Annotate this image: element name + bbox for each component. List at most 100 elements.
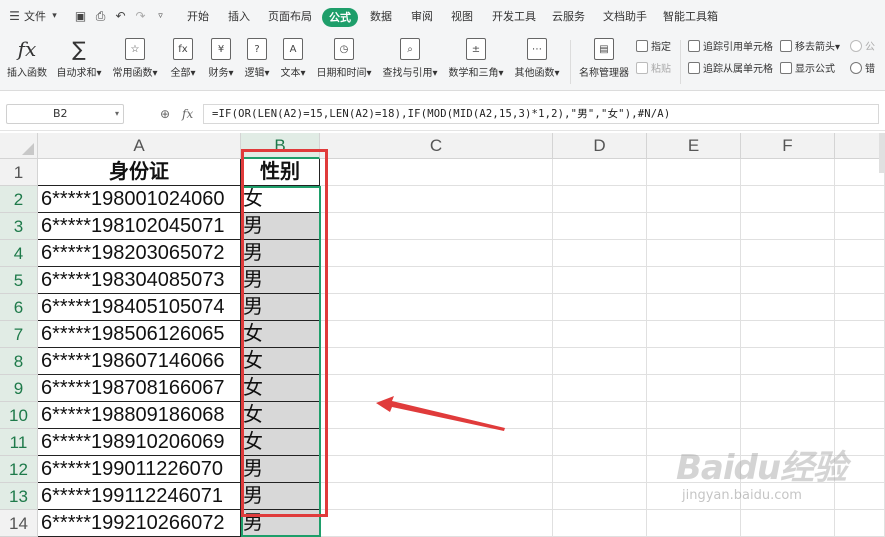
row-header[interactable]: 6 bbox=[0, 294, 38, 321]
zoom-search-icon[interactable]: ⊕ bbox=[160, 105, 170, 123]
empty-cell[interactable] bbox=[835, 375, 885, 402]
redo-icon[interactable]: ↷ bbox=[134, 10, 147, 23]
insert-function-button[interactable]: fx 插入函数 bbox=[4, 34, 50, 90]
cell-gender[interactable]: 女 bbox=[241, 402, 320, 429]
empty-cell[interactable] bbox=[647, 429, 741, 456]
row-header[interactable]: 9 bbox=[0, 375, 38, 402]
empty-cell[interactable] bbox=[647, 402, 741, 429]
empty-cell[interactable] bbox=[647, 375, 741, 402]
cell-gender[interactable]: 男 bbox=[241, 240, 320, 267]
empty-cell[interactable] bbox=[553, 186, 647, 213]
select-all-corner[interactable] bbox=[0, 133, 38, 159]
tab-developer[interactable]: 开发工具 bbox=[492, 0, 536, 34]
cell-b1-header[interactable]: 性别 bbox=[241, 159, 320, 186]
cell-id-number[interactable]: 6*****198405105074 bbox=[38, 294, 241, 321]
error-check-button[interactable]: 错 bbox=[850, 61, 875, 79]
cell-id-number[interactable]: 6*****198203065072 bbox=[38, 240, 241, 267]
empty-cell[interactable] bbox=[741, 321, 835, 348]
cell-gender[interactable]: 女 bbox=[241, 348, 320, 375]
empty-cell[interactable] bbox=[835, 186, 885, 213]
save-icon[interactable]: ▣ bbox=[74, 10, 87, 23]
empty-cell[interactable] bbox=[741, 375, 835, 402]
undo-icon[interactable]: ↶ bbox=[114, 10, 127, 23]
empty-cell[interactable] bbox=[553, 267, 647, 294]
datetime-functions-button[interactable]: ◷ 日期和时间▾ bbox=[314, 34, 374, 90]
name-manager-button[interactable]: ▤ 名称管理器 bbox=[576, 34, 632, 90]
empty-cell[interactable] bbox=[835, 510, 885, 537]
column-header-d[interactable]: D bbox=[553, 133, 647, 159]
cell-gender[interactable]: 男 bbox=[241, 510, 320, 537]
empty-cell[interactable] bbox=[741, 240, 835, 267]
empty-cell[interactable] bbox=[553, 402, 647, 429]
empty-cell[interactable] bbox=[553, 294, 647, 321]
cell-a1-header[interactable]: 身份证 bbox=[38, 159, 241, 186]
remove-arrows-button[interactable]: 移去箭头▾ bbox=[780, 39, 840, 57]
tab-data[interactable]: 数据 bbox=[370, 0, 392, 34]
row-header[interactable]: 2 bbox=[0, 186, 38, 213]
print-icon[interactable]: ⎙ bbox=[94, 10, 107, 23]
cell-id-number[interactable]: 6*****199011226070 bbox=[38, 456, 241, 483]
chevron-down-icon[interactable]: ▾ bbox=[48, 10, 61, 23]
cell-gender[interactable]: 男 bbox=[241, 456, 320, 483]
active-cell-gender[interactable]: 女 bbox=[241, 186, 320, 213]
empty-cell[interactable] bbox=[835, 402, 885, 429]
cell-gender[interactable]: 男 bbox=[241, 267, 320, 294]
column-header-c[interactable]: C bbox=[320, 133, 553, 159]
empty-cell[interactable] bbox=[835, 240, 885, 267]
empty-cell[interactable] bbox=[647, 456, 741, 483]
empty-cell[interactable] bbox=[647, 483, 741, 510]
tab-cloud[interactable]: 云服务 bbox=[552, 0, 585, 34]
cell-id-number[interactable]: 6*****198304085073 bbox=[38, 267, 241, 294]
logic-functions-button[interactable]: ? 逻辑▾ bbox=[240, 34, 274, 90]
empty-cell[interactable] bbox=[835, 267, 885, 294]
empty-cell[interactable] bbox=[741, 402, 835, 429]
empty-cell[interactable] bbox=[320, 213, 553, 240]
cell-id-number[interactable]: 6*****198910206069 bbox=[38, 429, 241, 456]
row-header[interactable]: 11 bbox=[0, 429, 38, 456]
empty-cell[interactable] bbox=[835, 456, 885, 483]
empty-cell[interactable] bbox=[320, 483, 553, 510]
math-functions-button[interactable]: ± 数学和三角▾ bbox=[446, 34, 506, 90]
trace-dependents-button[interactable]: 追踪从属单元格 bbox=[688, 61, 773, 79]
empty-cell[interactable] bbox=[647, 294, 741, 321]
show-formulas-button[interactable]: 显示公式 bbox=[780, 61, 835, 79]
specify-button[interactable]: 指定 bbox=[636, 39, 671, 57]
cell-id-number[interactable]: 6*****198001024060 bbox=[38, 186, 241, 213]
empty-cell[interactable] bbox=[741, 483, 835, 510]
cell-gender[interactable]: 男 bbox=[241, 483, 320, 510]
text-functions-button[interactable]: A 文本▾ bbox=[276, 34, 310, 90]
cell-gender[interactable]: 女 bbox=[241, 321, 320, 348]
empty-cell[interactable] bbox=[741, 294, 835, 321]
extra-button-1[interactable]: 公 bbox=[850, 39, 875, 57]
empty-cell[interactable] bbox=[320, 159, 553, 186]
finance-functions-button[interactable]: ¥ 财务▾ bbox=[204, 34, 238, 90]
cell-gender[interactable]: 女 bbox=[241, 429, 320, 456]
empty-cell[interactable] bbox=[320, 186, 553, 213]
empty-cell[interactable] bbox=[835, 213, 885, 240]
empty-cell[interactable] bbox=[320, 321, 553, 348]
empty-cell[interactable] bbox=[553, 510, 647, 537]
row-header[interactable]: 4 bbox=[0, 240, 38, 267]
other-functions-button[interactable]: ⋯ 其他函数▾ bbox=[510, 34, 564, 90]
empty-cell[interactable] bbox=[553, 348, 647, 375]
row-header[interactable]: 12 bbox=[0, 456, 38, 483]
row-header[interactable]: 13 bbox=[0, 483, 38, 510]
empty-cell[interactable] bbox=[741, 429, 835, 456]
empty-cell[interactable] bbox=[741, 186, 835, 213]
lookup-functions-button[interactable]: ⌕ 查找与引用▾ bbox=[380, 34, 440, 90]
trace-precedents-button[interactable]: 追踪引用单元格 bbox=[688, 39, 773, 57]
column-header-b[interactable]: B bbox=[241, 133, 320, 159]
hamburger-menu-icon[interactable]: ☰ bbox=[8, 10, 21, 23]
empty-cell[interactable] bbox=[741, 510, 835, 537]
empty-cell[interactable] bbox=[835, 294, 885, 321]
cell-id-number[interactable]: 6*****198809186068 bbox=[38, 402, 241, 429]
row-header[interactable]: 1 bbox=[0, 159, 38, 186]
row-header[interactable]: 5 bbox=[0, 267, 38, 294]
empty-cell[interactable] bbox=[320, 294, 553, 321]
row-header[interactable]: 7 bbox=[0, 321, 38, 348]
row-header[interactable]: 14 bbox=[0, 510, 38, 537]
empty-cell[interactable] bbox=[553, 321, 647, 348]
empty-cell[interactable] bbox=[553, 159, 647, 186]
tab-view[interactable]: 视图 bbox=[451, 0, 473, 34]
cell-id-number[interactable]: 6*****198506126065 bbox=[38, 321, 241, 348]
